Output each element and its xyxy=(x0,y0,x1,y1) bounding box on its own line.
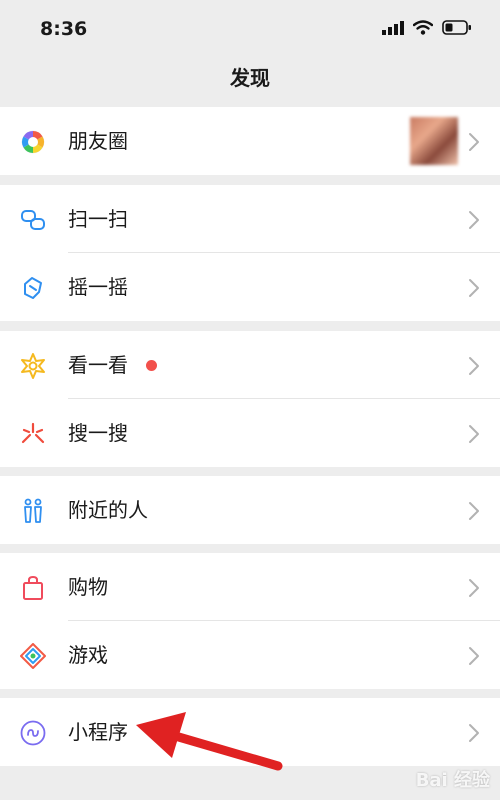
status-icons xyxy=(382,20,472,35)
chevron-right-icon xyxy=(469,425,479,443)
menu-label-shopping: 购物 xyxy=(68,575,108,599)
menu-label-scan: 扫一扫 xyxy=(68,207,128,231)
moments-aperture-icon xyxy=(21,130,45,154)
cellular-signal-icon xyxy=(382,20,404,35)
chevron-right-icon xyxy=(469,502,479,520)
menu-label-people-nearby: 附近的人 xyxy=(68,498,148,522)
mini-programs-icon xyxy=(20,720,46,746)
menu-label-games: 游戏 xyxy=(68,643,108,667)
group-shopping-games: 购物 游戏 xyxy=(0,553,500,689)
chevron-right-icon xyxy=(469,133,479,151)
menu-item-people-nearby[interactable]: 附近的人 xyxy=(0,476,500,544)
status-time: 8:36 xyxy=(40,18,88,40)
menu-item-shake[interactable]: 摇一摇 xyxy=(0,253,500,321)
chevron-right-icon xyxy=(469,357,479,375)
search-spark-icon xyxy=(21,422,45,444)
menu-item-games[interactable]: 游戏 xyxy=(0,621,500,689)
menu-item-moments[interactable]: 朋友圈 xyxy=(0,107,500,175)
group-people-nearby: 附近的人 xyxy=(0,476,500,544)
group-top-stories-search: 看一看 搜一搜 xyxy=(0,331,500,467)
games-icon xyxy=(20,643,46,669)
menu-item-mini-programs[interactable]: 小程序 xyxy=(0,698,500,766)
chevron-right-icon xyxy=(469,724,479,742)
menu-item-shopping[interactable]: 购物 xyxy=(0,553,500,621)
battery-icon xyxy=(442,20,471,35)
menu-item-scan[interactable]: 扫一扫 xyxy=(0,185,500,253)
shopping-bag-icon xyxy=(23,575,43,600)
shake-icon xyxy=(24,277,42,299)
menu-label-mini-programs: 小程序 xyxy=(68,720,128,744)
menu-label-top-stories: 看一看 xyxy=(68,353,128,377)
chevron-right-icon xyxy=(469,211,479,229)
group-scan-shake: 扫一扫 摇一摇 xyxy=(0,185,500,321)
moments-latest-thumbnail xyxy=(410,117,458,165)
menu-item-top-stories[interactable]: 看一看 xyxy=(0,331,500,399)
wifi-icon xyxy=(413,20,433,35)
status-bar: 8:36 xyxy=(0,0,500,60)
group-moments: 朋友圈 xyxy=(0,107,500,175)
people-nearby-icon xyxy=(24,498,42,523)
menu-label-shake: 摇一摇 xyxy=(68,275,128,299)
watermark-logo: Bai 经验 xyxy=(416,766,490,792)
group-mini-programs: 小程序 xyxy=(0,698,500,766)
page-title: 发现 xyxy=(230,66,270,90)
chevron-right-icon xyxy=(469,279,479,297)
watermark-text: Bai 经验 xyxy=(415,770,490,791)
scan-icon xyxy=(21,210,45,230)
unread-badge-dot xyxy=(146,360,157,371)
menu-item-search[interactable]: 搜一搜 xyxy=(0,399,500,467)
menu-label-search: 搜一搜 xyxy=(68,421,128,445)
chevron-right-icon xyxy=(469,579,479,597)
top-stories-icon xyxy=(21,353,45,379)
menu-label-moments: 朋友圈 xyxy=(68,129,128,153)
chevron-right-icon xyxy=(469,647,479,665)
